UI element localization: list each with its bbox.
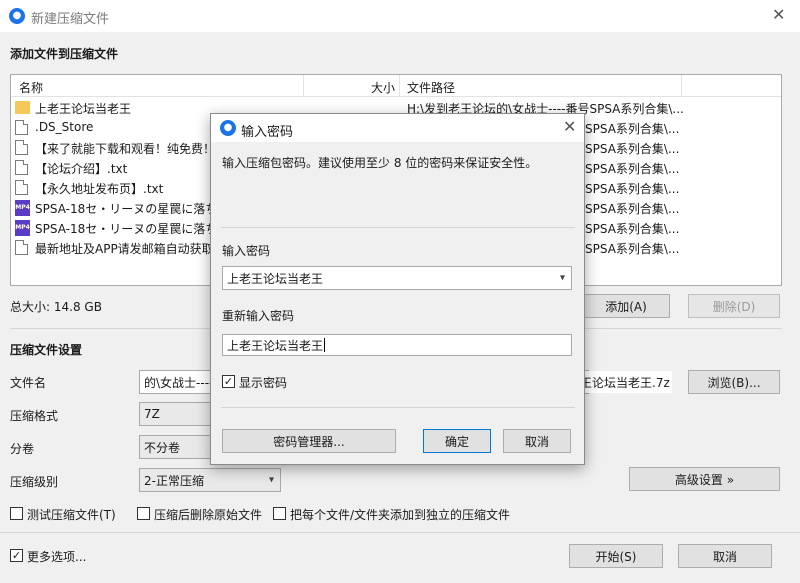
file-name: SPSA-18セ・リーヌの星罠に落ち [35,202,218,216]
more-options-checkbox[interactable]: ✓ [10,549,23,562]
password-input[interactable]: 上老王论坛当老王 ▾ [222,266,572,290]
title-bar: ● 新建压缩文件 ✕ [0,0,800,32]
file-path: SPSA系列合集\... [585,222,680,236]
dialog-title-bar: ● 输入密码 ✕ [211,114,584,142]
more-options-label: 更多选项... [27,550,87,564]
separate-archives-label: 把每个文件/文件夹添加到独立的压缩文件 [290,508,511,522]
dialog-title: 输入密码 [241,125,294,140]
divider [0,532,800,533]
repeat-password-input[interactable]: 上老王论坛当老王 [222,334,572,356]
file-icon [15,240,28,255]
file-name: 【论坛介绍】.txt [35,162,128,176]
format-label: 压缩格式 [10,409,59,423]
repeat-password-value: 上老王论坛当老王 [227,338,324,353]
total-size: 总大小: 14.8 GB [10,300,102,314]
file-icon [15,180,28,195]
video-icon: MP4 [15,220,30,236]
file-icon [15,120,28,135]
column-separator [303,75,304,97]
column-name-header[interactable]: 名称 [19,79,43,96]
dialog-cancel-button[interactable]: 取消 [503,429,571,453]
close-icon[interactable]: ✕ [772,7,785,23]
level-select[interactable]: 2-正常压缩 ▾ [139,468,281,492]
app-logo-icon: ● [9,8,25,24]
separate-archives-checkbox[interactable] [273,507,286,520]
add-section-title: 添加文件到压缩文件 [10,47,119,61]
file-path: SPSA系列合集\... [585,142,680,156]
split-label: 分卷 [10,442,35,456]
divider [221,407,575,408]
test-archive-checkbox[interactable] [10,507,23,520]
cancel-button[interactable]: 取消 [678,544,772,568]
text-cursor [324,338,326,352]
file-path: SPSA系列合集\... [585,242,680,256]
column-size-header[interactable]: 大小 [371,79,395,96]
password-dialog: ● 输入密码 ✕ 输入压缩包密码。建议使用至少 8 位的密码来保证安全性。 输入… [210,113,585,465]
advanced-settings-button[interactable]: 高级设置 » [629,467,780,491]
file-path: SPSA系列合集\... [585,182,680,196]
delete-after-label: 压缩后删除原始文件 [154,508,263,522]
ok-button[interactable]: 确定 [423,429,491,453]
file-path: SPSA系列合集\... [585,162,680,176]
file-name: SPSA-18セ・リーヌの星罠に落ち [35,222,218,236]
level-value: 2-正常压缩 [144,473,204,488]
repeat-password-label: 重新输入密码 [222,309,295,323]
video-icon: MP4 [15,200,30,216]
settings-section-title: 压缩文件设置 [10,343,83,357]
dialog-description: 输入压缩包密码。建议使用至少 8 位的密码来保证安全性。 [222,156,538,170]
delete-after-checkbox[interactable] [137,507,150,520]
app-logo-icon: ● [220,120,236,136]
password-value: 上老王论坛当老王 [227,271,324,286]
filename-value-start: 的\女战士---- [144,375,214,390]
show-password-checkbox[interactable]: ✓ [222,375,235,388]
file-name: 上老王论坛当老王 [35,102,132,116]
file-name: 【永久地址发布页】.txt [35,182,164,196]
test-archive-label: 测试压缩文件(T) [27,508,116,522]
column-separator [681,75,682,97]
file-list-header: 名称 大小 文件路径 [11,75,781,97]
file-name: 【来了就能下载和观看！纯免费！ [35,142,216,156]
file-icon [15,160,28,175]
format-value: 7Z [144,407,160,421]
file-name: 最新地址及APP请发邮箱自动获取 [35,242,214,256]
split-value: 不分卷 [144,440,181,455]
close-icon[interactable]: ✕ [563,119,576,135]
chevron-down-icon: ▾ [268,474,274,486]
show-password-label: 显示密码 [239,376,288,390]
start-button[interactable]: 开始(S) [569,544,663,568]
file-path: SPSA系列合集\... [585,202,680,216]
filename-value-end: 王论坛当老王.7z [580,371,672,393]
folder-icon [15,101,30,114]
file-path: SPSA系列合集\... [585,122,680,136]
password-manager-button[interactable]: 密码管理器... [222,429,396,453]
file-name: .DS_Store [35,120,94,134]
delete-button[interactable]: 删除(D) [688,294,780,318]
column-separator [399,75,400,97]
chevron-down-icon[interactable]: ▾ [560,273,565,284]
file-icon [15,140,28,155]
divider [221,227,575,228]
password-label: 输入密码 [222,244,271,258]
level-label: 压缩级别 [10,475,59,489]
filename-label: 文件名 [10,376,47,390]
column-path-header[interactable]: 文件路径 [407,79,455,96]
browse-button[interactable]: 浏览(B)... [688,370,780,394]
add-button[interactable]: 添加(A) [582,294,670,318]
window-title: 新建压缩文件 [31,12,110,27]
